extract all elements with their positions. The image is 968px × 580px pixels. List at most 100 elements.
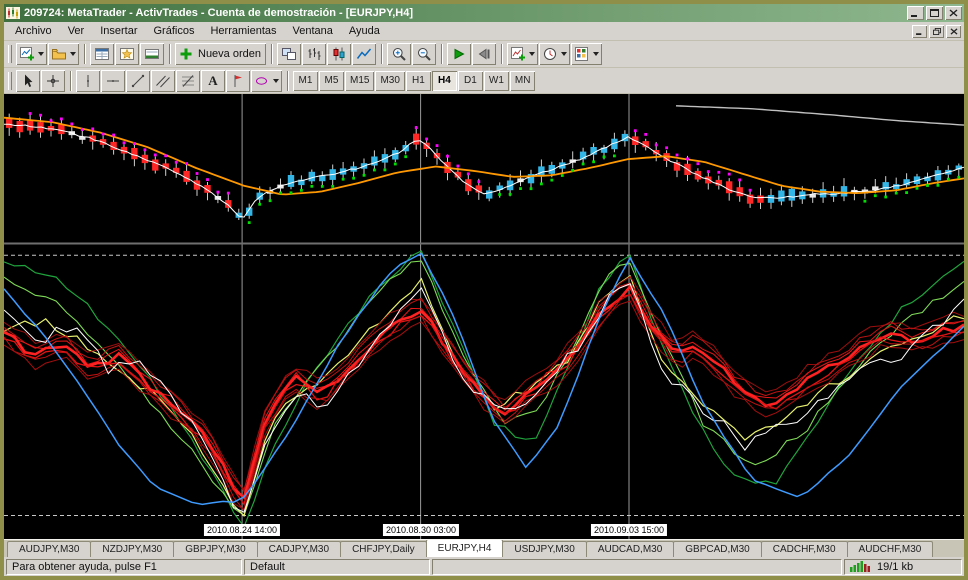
timeframe-m30-button[interactable]: M30 bbox=[375, 71, 404, 91]
child-close-button[interactable] bbox=[946, 25, 961, 38]
timeframe-mn-button[interactable]: MN bbox=[510, 71, 536, 91]
minimize-button[interactable] bbox=[907, 6, 924, 20]
text-tool-button[interactable]: A bbox=[201, 70, 225, 92]
chart-tab-audcad-m30[interactable]: AUDCAD,M30 bbox=[586, 541, 674, 557]
chart-tab-eurjpy-h4[interactable]: EURJPY,H4 bbox=[426, 539, 504, 557]
chart-tab-gbpjpy-m30[interactable]: GBPJPY,M30 bbox=[173, 541, 257, 557]
terminal-icon bbox=[144, 46, 160, 62]
timeframe-h4-button[interactable]: H4 bbox=[432, 71, 457, 91]
time-axis-label: 2010.08.30 03:00 bbox=[383, 524, 459, 536]
chart-shift-button[interactable] bbox=[472, 43, 496, 65]
trendline-icon bbox=[130, 73, 146, 89]
cursor-tool-button[interactable] bbox=[16, 70, 40, 92]
connection-bars-icon bbox=[850, 560, 872, 575]
chart-tab-gbpcad-m30[interactable]: GBPCAD,M30 bbox=[673, 541, 761, 557]
menu-item-archivo[interactable]: Archivo bbox=[7, 23, 60, 39]
traffic-counter: 19/1 kb bbox=[877, 561, 913, 573]
chart-tab-nzdjpy-m30[interactable]: NZDJPY,M30 bbox=[90, 541, 174, 557]
new-chart-icon bbox=[19, 46, 35, 62]
dropdown-arrow-icon bbox=[561, 52, 567, 56]
status-filler bbox=[432, 559, 842, 575]
chart-tab-audjpy-m30[interactable]: AUDJPY,M30 bbox=[7, 541, 91, 557]
chart-tab-cadchf-m30[interactable]: CADCHF,M30 bbox=[761, 541, 848, 557]
status-connection: 19/1 kb bbox=[844, 559, 962, 575]
timeframe-d1-button[interactable]: D1 bbox=[458, 71, 483, 91]
toolbar-separator bbox=[70, 71, 72, 91]
shapes-tool-button[interactable] bbox=[251, 70, 282, 92]
chart-area[interactable]: 2010.08.24 14:00 2010.08.30 03:00 2010.0… bbox=[4, 94, 964, 539]
auto-scroll-icon bbox=[451, 46, 467, 62]
child-restore-button[interactable] bbox=[929, 25, 944, 38]
toolbar-separator bbox=[441, 44, 443, 64]
timeframe-w1-button[interactable]: W1 bbox=[484, 71, 509, 91]
close-button[interactable] bbox=[945, 6, 962, 20]
arrow-flag-tool-button[interactable] bbox=[226, 70, 250, 92]
zoom-out-icon bbox=[416, 46, 432, 62]
new-chart-button[interactable] bbox=[16, 43, 47, 65]
toolbar-separator bbox=[271, 44, 273, 64]
timeframe-m5-button[interactable]: M5 bbox=[319, 71, 344, 91]
shapes-icon bbox=[254, 73, 270, 89]
chart-tab-audchf-m30[interactable]: AUDCHF,M30 bbox=[847, 541, 934, 557]
periods-button[interactable] bbox=[539, 43, 570, 65]
chart-line-button[interactable] bbox=[352, 43, 376, 65]
timeframe-m15-button[interactable]: M15 bbox=[345, 71, 374, 91]
fibonacci-tool-button[interactable] bbox=[176, 70, 200, 92]
toolbar-grip[interactable] bbox=[8, 45, 12, 63]
chart-tab-chfjpy-daily[interactable]: CHFJPY,Daily bbox=[340, 541, 427, 557]
dropdown-arrow-icon bbox=[38, 52, 44, 56]
status-profile[interactable]: Default bbox=[244, 559, 430, 575]
fibonacci-icon bbox=[180, 73, 196, 89]
crosshair-icon bbox=[45, 73, 61, 89]
chart-tab-cadjpy-m30[interactable]: CADJPY,M30 bbox=[257, 541, 341, 557]
status-bar: Para obtener ayuda, pulse F1 Default 19/… bbox=[4, 557, 964, 576]
zoom-out-button[interactable] bbox=[412, 43, 436, 65]
title-bar: 209724: MetaTrader - ActivTrades - Cuent… bbox=[4, 4, 964, 22]
periods-icon bbox=[542, 46, 558, 62]
tile-windows-button[interactable] bbox=[277, 43, 301, 65]
terminal-button[interactable] bbox=[140, 43, 164, 65]
toolbar-separator bbox=[84, 44, 86, 64]
chart-canvas[interactable] bbox=[4, 94, 964, 539]
chart-tab-usdjpy-m30[interactable]: USDJPY,M30 bbox=[502, 541, 586, 557]
chart-tabs-bar: AUDJPY,M30NZDJPY,M30GBPJPY,M30CADJPY,M30… bbox=[4, 539, 964, 557]
new-order-button[interactable]: Nueva orden bbox=[175, 43, 266, 65]
indicators-button[interactable] bbox=[507, 43, 538, 65]
arrow-flag-icon bbox=[230, 73, 246, 89]
menu-item-ver[interactable]: Ver bbox=[60, 23, 93, 39]
maximize-button[interactable] bbox=[926, 6, 943, 20]
menu-item-ventana[interactable]: Ventana bbox=[285, 23, 341, 39]
trendline-tool-button[interactable] bbox=[126, 70, 150, 92]
menu-item-ayuda[interactable]: Ayuda bbox=[341, 23, 388, 39]
new-order-icon bbox=[178, 46, 194, 62]
window-controls bbox=[907, 6, 962, 20]
chart-candles-button[interactable] bbox=[327, 43, 351, 65]
profiles-button[interactable] bbox=[48, 43, 79, 65]
menu-item-insertar[interactable]: Insertar bbox=[92, 23, 145, 39]
chart-bars-button[interactable] bbox=[302, 43, 326, 65]
time-axis-label: 2010.08.24 14:00 bbox=[204, 524, 280, 536]
toolbar-grip[interactable] bbox=[8, 72, 12, 90]
navigator-button[interactable] bbox=[115, 43, 139, 65]
market-watch-button[interactable] bbox=[90, 43, 114, 65]
menu-items: ArchivoVerInsertarGráficosHerramientasVe… bbox=[7, 23, 388, 39]
channel-tool-button[interactable] bbox=[151, 70, 175, 92]
chart-bars-icon bbox=[306, 46, 322, 62]
crosshair-tool-button[interactable] bbox=[41, 70, 65, 92]
vline-icon bbox=[80, 73, 96, 89]
menu-bar: ArchivoVerInsertarGráficosHerramientasVe… bbox=[4, 22, 964, 41]
menu-item-graficos[interactable]: Gráficos bbox=[146, 23, 203, 39]
timeframe-h1-button[interactable]: H1 bbox=[406, 71, 431, 91]
zoom-in-button[interactable] bbox=[387, 43, 411, 65]
auto-scroll-button[interactable] bbox=[447, 43, 471, 65]
toolbar-separator bbox=[501, 44, 503, 64]
menu-item-herramientas[interactable]: Herramientas bbox=[202, 23, 284, 39]
timeframe-m1-button[interactable]: M1 bbox=[293, 71, 318, 91]
hline-tool-button[interactable] bbox=[101, 70, 125, 92]
child-minimize-button[interactable] bbox=[912, 25, 927, 38]
status-help-text: Para obtener ayuda, pulse F1 bbox=[6, 559, 242, 575]
toolbar-separator bbox=[169, 44, 171, 64]
profiles-icon bbox=[51, 46, 67, 62]
templates-button[interactable] bbox=[571, 43, 602, 65]
vline-tool-button[interactable] bbox=[76, 70, 100, 92]
